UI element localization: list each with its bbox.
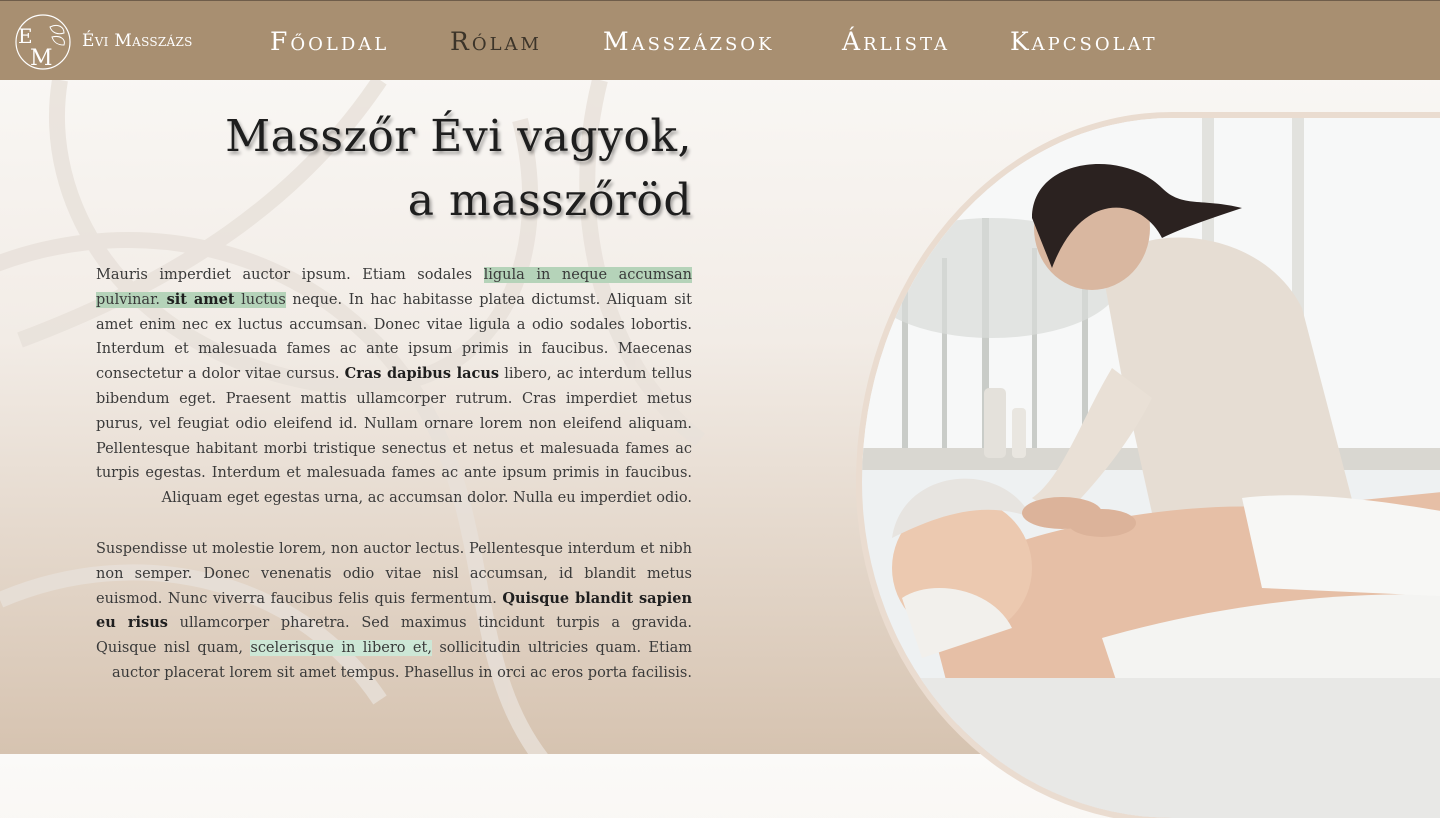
p1-text-1: Mauris imperdiet auctor ipsum. Etiam sod… — [96, 267, 484, 283]
p1-bold: Cras dapibus lacus — [344, 365, 500, 383]
p2-highlight: scelerisque in libero et, — [250, 640, 432, 657]
nav-item-fooldal[interactable]: Főoldal — [270, 27, 389, 56]
page-title-line-2: a masszőröd — [407, 175, 692, 226]
p1-text-3: libero, ac interdum tellus bibendum eget… — [96, 366, 692, 507]
intro-paragraph-2: Suspendisse ut molestie lorem, non aucto… — [96, 537, 692, 686]
page-title: Masszőr Évi vagyok, a masszőröd — [225, 105, 692, 233]
main-nav: Főoldal Rólam Masszázsok Árlista Kapcsol… — [0, 1, 1440, 81]
top-navbar: E M Évi Masszázs Főoldal Rólam Masszázso… — [0, 0, 1440, 80]
p1-highlight-bold: sit amet — [166, 290, 235, 308]
p1-highlight-end: luctus — [234, 291, 286, 308]
nav-item-arlista[interactable]: Árlista — [842, 27, 950, 56]
nav-item-kapcsolat[interactable]: Kapcsolat — [1010, 27, 1158, 56]
intro-paragraph-1: Mauris imperdiet auctor ipsum. Etiam sod… — [96, 263, 692, 511]
nav-item-masszazsok[interactable]: Masszázsok — [603, 27, 775, 56]
massage-photo-illustration — [862, 118, 1440, 818]
nav-item-rolam[interactable]: Rólam — [450, 27, 542, 56]
page-title-line-1: Masszőr Évi vagyok, — [225, 111, 692, 162]
massage-photo — [862, 118, 1440, 818]
